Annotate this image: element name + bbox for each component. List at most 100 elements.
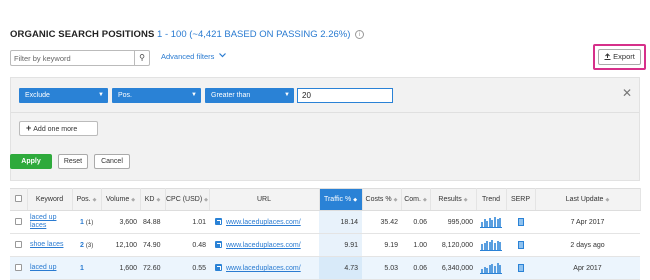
chevron-down-icon: ▼ <box>284 92 290 98</box>
sort-icon: ◆ <box>422 197 427 203</box>
filter-field-value: Pos. <box>118 92 133 99</box>
col-label: Keyword <box>35 196 64 203</box>
sort-icon: ◆ <box>393 197 398 203</box>
col-label: Costs % <box>365 196 392 203</box>
table-row: laced up 1 1,600 72.60 0.55 www.lacedupl… <box>10 256 640 280</box>
costs-cell: 5.03 <box>362 256 401 280</box>
report-header: ORGANIC SEARCH POSITIONS 1 - 100 (~4,421… <box>10 29 365 40</box>
sort-icon: ◆ <box>92 197 97 203</box>
col-label: KD <box>144 196 155 203</box>
select-all-checkbox[interactable] <box>14 195 22 202</box>
keyword-link[interactable]: shoe laces <box>30 241 63 248</box>
col-label: Last Update <box>565 196 604 203</box>
url-link[interactable]: www.laceduplaces.com/ <box>226 219 301 226</box>
result-range: 1 - 100 (~4,421 BASED ON PASSING 2.26%) <box>157 29 351 40</box>
col-traffic[interactable]: Traffic % ◆ <box>319 188 363 211</box>
last-update-cell: 2 days ago <box>535 233 640 257</box>
serp-cell <box>506 210 535 234</box>
trend-cell <box>476 233 506 257</box>
col-volume[interactable]: Volume ◆ <box>101 188 141 211</box>
col-cpc[interactable]: CPC (USD) ◆ <box>165 188 210 211</box>
serp-icon[interactable] <box>517 218 524 226</box>
filter-mode-select[interactable]: Exclude ▼ <box>19 88 108 103</box>
apply-button[interactable]: Apply <box>10 154 52 169</box>
serp-cell <box>506 256 535 280</box>
kd-cell: 84.88 <box>140 210 165 234</box>
external-link-icon[interactable] <box>215 218 222 225</box>
col-costs[interactable]: Costs % ◆ <box>362 188 402 211</box>
keyword-cell: laced up laces <box>27 210 72 234</box>
col-serp: SERP <box>506 188 536 211</box>
external-link-icon[interactable] <box>215 264 222 271</box>
trend-cell <box>476 256 506 280</box>
upload-icon <box>604 53 611 60</box>
position-value[interactable]: 1 <box>80 265 84 272</box>
results-cell: 6,340,000 <box>430 256 476 280</box>
position-cell: 1 <box>72 256 101 280</box>
col-label: Pos. <box>76 196 91 203</box>
last-update-cell: Apr 2017 <box>535 256 640 280</box>
row-checkbox[interactable] <box>15 263 22 271</box>
url-cell: www.laceduplaces.com/ <box>209 210 319 234</box>
position-cell: 2 (3) <box>72 233 101 257</box>
serp-icon[interactable] <box>517 264 524 272</box>
col-last-update[interactable]: Last Update ◆ <box>535 188 641 211</box>
keyword-filter-input[interactable] <box>14 52 132 64</box>
col-url[interactable]: URL <box>209 188 320 211</box>
col-label: Volume <box>105 196 130 203</box>
panel-divider <box>11 112 639 113</box>
filter-field-select[interactable]: Pos. ▼ <box>112 88 201 103</box>
costs-cell: 9.19 <box>362 233 401 257</box>
row-checkbox[interactable] <box>15 217 22 225</box>
add-one-more-label: Add one more <box>33 126 78 133</box>
serp-icon[interactable] <box>517 241 524 249</box>
previous-position: (1) <box>85 219 94 226</box>
costs-cell: 35.42 <box>362 210 401 234</box>
reset-button[interactable]: Reset <box>58 154 88 169</box>
select-all-cell <box>10 188 28 211</box>
trend-sparkline <box>480 239 502 251</box>
traffic-cell: 18.14 <box>319 210 362 234</box>
url-link[interactable]: www.laceduplaces.com/ <box>226 265 301 272</box>
col-kd[interactable]: KD ◆ <box>140 188 166 211</box>
results-cell: 8,120,000 <box>430 233 476 257</box>
com-cell: 0.06 <box>401 210 430 234</box>
col-results[interactable]: Results ◆ <box>430 188 477 211</box>
traffic-cell: 4.73 <box>319 256 362 280</box>
col-pos[interactable]: Pos. ◆ <box>72 188 102 211</box>
chevron-down-icon: ▼ <box>98 92 104 98</box>
close-icon[interactable]: ✕ <box>622 87 632 99</box>
url-cell: www.laceduplaces.com/ <box>209 256 319 280</box>
col-label: URL <box>256 196 271 203</box>
url-link[interactable]: www.laceduplaces.com/ <box>226 242 301 249</box>
row-checkbox[interactable] <box>15 240 22 248</box>
info-icon[interactable]: i <box>355 30 365 39</box>
filter-operator-select[interactable]: Greater than ▼ <box>205 88 294 103</box>
col-label: SERP <box>510 196 531 203</box>
table-row: shoe laces 2 (3) 12,100 74.90 0.48 www.l… <box>10 233 640 257</box>
cancel-button[interactable]: Cancel <box>94 154 130 169</box>
com-cell: 1.00 <box>401 233 430 257</box>
sort-icon: ◆ <box>353 197 358 203</box>
results-cell: 995,000 <box>430 210 476 234</box>
table-header-row: Keyword Pos. ◆ Volume ◆ KD ◆ CPC (USD) ◆ URL… <box>10 188 641 211</box>
position-value[interactable]: 1 <box>80 219 84 226</box>
keyword-link[interactable]: laced up laces <box>30 214 56 229</box>
row-select-cell <box>10 256 27 280</box>
trend-bar <box>499 241 502 250</box>
external-link-icon[interactable] <box>215 241 222 248</box>
sort-icon: ◆ <box>156 197 161 203</box>
last-update-cell: 7 Apr 2017 <box>535 210 640 234</box>
col-com[interactable]: Com. ◆ <box>401 188 431 211</box>
kd-cell: 74.90 <box>140 233 165 257</box>
advanced-filters-toggle[interactable]: Advanced filters <box>161 52 227 61</box>
keyword-filter: ⚲ <box>10 50 150 66</box>
export-button[interactable]: Export <box>598 49 641 65</box>
position-value[interactable]: 2 <box>80 242 84 249</box>
filter-value-input[interactable]: 20 <box>297 88 393 103</box>
col-keyword[interactable]: Keyword <box>27 188 73 211</box>
sort-icon: ◆ <box>463 197 468 203</box>
add-one-more-button[interactable]: + Add one more <box>19 121 98 136</box>
keyword-link[interactable]: laced up <box>30 264 56 271</box>
search-icon[interactable]: ⚲ <box>134 51 149 65</box>
